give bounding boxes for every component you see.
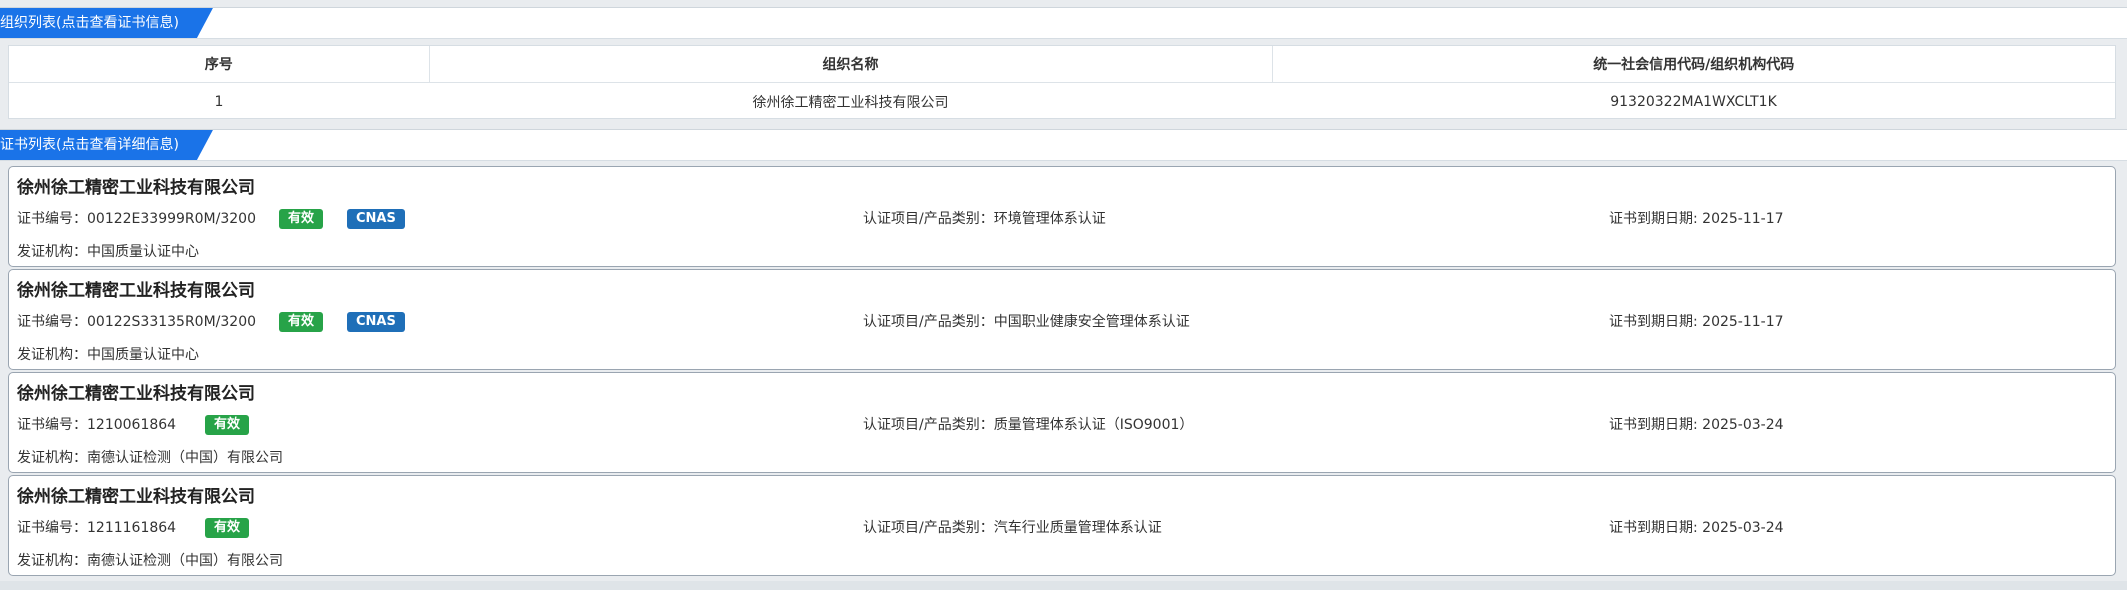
cert-expiry: 证书到期日期: 2025-03-24 (1609, 417, 1784, 433)
cert-section-tab[interactable]: 证书列表(点击查看详细信息) (0, 130, 213, 160)
cert-company[interactable]: 徐州徐工精密工业科技有限公司 (17, 276, 255, 301)
cert-issuer: 发证机构：中国质量认证中心 (17, 347, 199, 363)
org-table-panel: 序号 组织名称 统一社会信用代码/组织机构代码 1 徐州徐工精密工业科技有限公司… (8, 45, 2116, 119)
cert-company[interactable]: 徐州徐工精密工业科技有限公司 (17, 173, 255, 198)
status-badge: 有效 (205, 518, 250, 538)
bottom-divider (0, 581, 2127, 590)
org-table-header-row: 序号 组织名称 统一社会信用代码/组织机构代码 (9, 46, 2115, 83)
cert-info-row: 证书编号：00122S33135R0M/3200 有效 CNAS 认证项目/产品… (17, 310, 2107, 334)
cert-company[interactable]: 徐州徐工精密工业科技有限公司 (17, 482, 255, 507)
header-credit-code: 统一社会信用代码/组织机构代码 (1272, 46, 2115, 83)
cert-expiry: 证书到期日期: 2025-11-17 (1609, 314, 1784, 330)
org-section-tab[interactable]: 组织列表(点击查看证书信息) (0, 8, 213, 38)
cert-info-row: 证书编号：1210061864 有效 认证项目/产品类别：质量管理体系认证（IS… (17, 413, 2107, 437)
cert-expiry: 证书到期日期: 2025-03-24 (1609, 520, 1784, 536)
cert-card[interactable]: 徐州徐工精密工业科技有限公司 证书编号：00122E33999R0M/3200 … (8, 166, 2116, 267)
cert-company[interactable]: 徐州徐工精密工业科技有限公司 (17, 379, 255, 404)
header-index: 序号 (9, 46, 430, 83)
cert-card[interactable]: 徐州徐工精密工业科技有限公司 证书编号：00122S33135R0M/3200 … (8, 269, 2116, 370)
cert-project: 认证项目/产品类别：环境管理体系认证 (863, 211, 1106, 227)
cell-credit-code: 91320322MA1WXCLT1K (1610, 94, 1777, 110)
cert-expiry: 证书到期日期: 2025-11-17 (1609, 211, 1784, 227)
cert-info-row: 证书编号：00122E33999R0M/3200 有效 CNAS 认证项目/产品… (17, 207, 2107, 231)
status-badge: 有效 (279, 209, 324, 229)
header-org-name: 组织名称 (429, 46, 1273, 83)
cert-issuer: 发证机构：南德认证检测（中国）有限公司 (17, 553, 283, 569)
cert-number: 证书编号：1211161864 (17, 520, 177, 536)
org-table: 序号 组织名称 统一社会信用代码/组织机构代码 1 徐州徐工精密工业科技有限公司… (9, 46, 2115, 121)
cert-number: 证书编号：1210061864 (17, 417, 177, 433)
cell-index: 1 (214, 94, 224, 110)
cert-card[interactable]: 徐州徐工精密工业科技有限公司 证书编号：1211161864 有效 认证项目/产… (8, 475, 2116, 576)
cell-org-name[interactable]: 徐州徐工精密工业科技有限公司 (429, 83, 1272, 122)
cert-project: 认证项目/产品类别：汽车行业质量管理体系认证 (863, 520, 1162, 536)
cert-card[interactable]: 徐州徐工精密工业科技有限公司 证书编号：1210061864 有效 认证项目/产… (8, 372, 2116, 473)
status-badge: 有效 (205, 415, 250, 435)
cert-issuer: 发证机构：中国质量认证中心 (17, 244, 199, 260)
page: 组织列表(点击查看证书信息) 序号 组织名称 统一社会信用代码/组织机构代码 1… (0, 0, 2127, 590)
status-badge: 有效 (279, 312, 324, 332)
cert-list: 徐州徐工精密工业科技有限公司 证书编号：00122E33999R0M/3200 … (8, 166, 2116, 578)
cnas-badge: CNAS (347, 209, 405, 229)
cert-number: 证书编号：00122S33135R0M/3200 (17, 314, 257, 330)
table-row[interactable]: 1 徐州徐工精密工业科技有限公司 91320322MA1WXCLT1K (9, 83, 2115, 122)
cert-project: 认证项目/产品类别：质量管理体系认证（ISO9001） (863, 417, 1194, 433)
cnas-badge: CNAS (347, 312, 405, 332)
cert-number: 证书编号：00122E33999R0M/3200 (17, 211, 256, 227)
cert-section-header: 证书列表(点击查看详细信息) (0, 129, 2127, 161)
cert-project: 认证项目/产品类别：中国职业健康安全管理体系认证 (863, 314, 1190, 330)
org-section-header: 组织列表(点击查看证书信息) (0, 7, 2127, 39)
cert-info-row: 证书编号：1211161864 有效 认证项目/产品类别：汽车行业质量管理体系认… (17, 516, 2107, 540)
cert-issuer: 发证机构：南德认证检测（中国）有限公司 (17, 450, 283, 466)
